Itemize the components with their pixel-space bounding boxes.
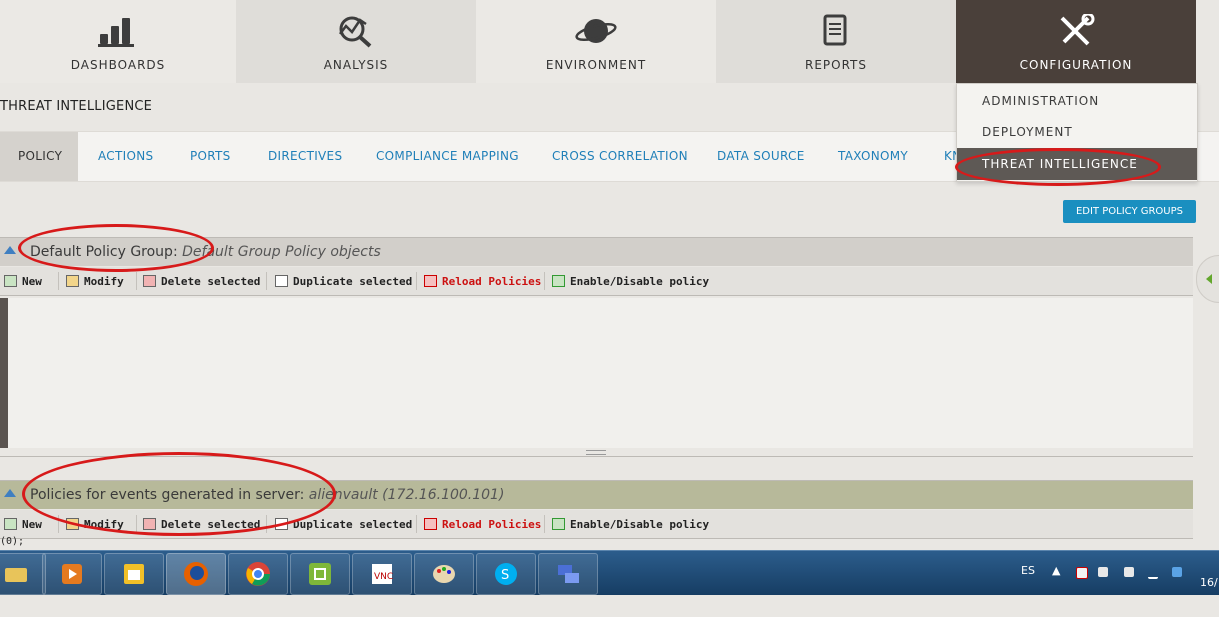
collapse-triangle-icon[interactable] <box>4 246 16 254</box>
tray-volume-icon[interactable] <box>1124 567 1134 577</box>
server-policy-title: Policies for events generated in server:… <box>30 487 505 503</box>
taskbar-calendar-icon[interactable] <box>104 553 164 595</box>
collapse-triangle-icon[interactable] <box>4 489 16 497</box>
windows-taskbar: VNC S ES ▲ 16/ <box>0 550 1219 595</box>
edit-policy-groups-button[interactable]: EDIT POLICY GROUPS <box>1063 200 1196 223</box>
splitter-grip-icon <box>586 450 606 455</box>
taskbar-skype-icon[interactable]: S <box>476 553 536 595</box>
new-button[interactable]: New <box>4 267 42 295</box>
modify-icon <box>66 518 79 530</box>
modify-button[interactable]: Modify <box>66 510 124 538</box>
new-icon <box>4 275 17 287</box>
tray-device-icon[interactable] <box>1098 567 1108 577</box>
duplicate-icon <box>275 275 288 287</box>
enable-disable-button[interactable]: Enable/Disable policy <box>552 510 709 538</box>
reload-policies-button[interactable]: Reload Policies <box>424 510 541 538</box>
tab-directives[interactable]: DIRECTIVES <box>268 132 342 181</box>
tab-policy[interactable]: POLICY <box>0 132 78 181</box>
tray-clock[interactable]: 16/ <box>1200 573 1218 617</box>
policy-group-header[interactable]: Default Policy Group: Default Group Poli… <box>0 237 1193 266</box>
nav-analysis[interactable]: ANALYSIS <box>236 0 476 83</box>
taskbar-firefox-icon[interactable] <box>166 553 226 595</box>
planet-icon <box>575 19 617 43</box>
tray-language[interactable]: ES <box>1021 551 1035 595</box>
enable-icon <box>552 518 565 530</box>
tab-cross-correlation[interactable]: CROSS CORRELATION <box>552 132 688 181</box>
taskbar-chrome-icon[interactable] <box>228 553 288 595</box>
top-navigation: DASHBOARDS ANALYSIS ENVIRONMENT REPORTS <box>0 0 1219 83</box>
menu-deployment[interactable]: DEPLOYMENT <box>957 116 1197 148</box>
policy-group-title: Default Policy Group: Default Group Poli… <box>30 244 381 260</box>
nav-environment-label: ENVIRONMENT <box>545 58 647 72</box>
nav-reports[interactable]: REPORTS <box>716 0 956 83</box>
taskbar-network-app-icon[interactable] <box>538 553 598 595</box>
nav-configuration[interactable]: CONFIGURATION <box>956 0 1196 83</box>
server-policy-header[interactable]: Policies for events generated in server:… <box>0 480 1193 509</box>
menu-administration[interactable]: ADMINISTRATION <box>957 85 1197 117</box>
tools-icon <box>1060 14 1095 46</box>
arrow-left-icon <box>1206 274 1212 284</box>
duplicate-button[interactable]: Duplicate selected <box>275 267 412 295</box>
reload-icon <box>424 518 437 530</box>
menu-threat-intelligence[interactable]: THREAT INTELLIGENCE <box>957 148 1197 180</box>
tab-data-source[interactable]: DATA SOURCE <box>717 132 805 181</box>
modify-button[interactable]: Modify <box>66 267 124 295</box>
document-icon <box>823 14 847 46</box>
duplicate-button[interactable]: Duplicate selected <box>275 510 412 538</box>
magnifier-chart-icon <box>339 16 372 48</box>
svg-text:S: S <box>501 568 509 583</box>
tab-taxonomy[interactable]: TAXONOMY <box>838 132 908 181</box>
policy-toolbar: New Modify Delete selected Duplicate sel… <box>0 267 1193 296</box>
tab-compliance-mapping[interactable]: COMPLIANCE MAPPING <box>376 132 519 181</box>
nav-environment[interactable]: ENVIRONMENT <box>476 0 716 83</box>
count-label: (0); <box>0 536 25 547</box>
tray-dropbox-icon[interactable] <box>1172 567 1182 577</box>
side-panel-toggle[interactable] <box>1196 255 1219 303</box>
new-icon <box>4 518 17 530</box>
nav-dashboards[interactable]: DASHBOARDS <box>0 0 236 83</box>
delete-icon <box>143 518 156 530</box>
tab-ports[interactable]: PORTS <box>190 132 231 181</box>
left-scrollbar[interactable] <box>0 298 8 448</box>
nav-configuration-label: CONFIGURATION <box>1019 58 1133 72</box>
reload-policies-button[interactable]: Reload Policies <box>424 267 541 295</box>
taskbar-vnc-icon[interactable]: VNC <box>352 553 412 595</box>
delete-button[interactable]: Delete selected <box>143 510 260 538</box>
nav-reports-label: REPORTS <box>804 58 867 72</box>
configuration-dropdown: ADMINISTRATION DEPLOYMENT THREAT INTELLI… <box>956 83 1198 182</box>
duplicate-icon <box>275 518 288 530</box>
page-title: THREAT INTELLIGENCE <box>0 99 153 114</box>
new-button[interactable]: New <box>4 510 42 538</box>
server-policy-toolbar: New Modify Delete selected Duplicate sel… <box>0 510 1193 539</box>
nav-analysis-label: ANALYSIS <box>323 58 389 72</box>
taskbar-explorer-icon[interactable] <box>0 553 46 595</box>
tray-expand-icon[interactable]: ▲ <box>1052 551 1060 595</box>
modify-icon <box>66 275 79 287</box>
enable-icon <box>552 275 565 287</box>
delete-icon <box>143 275 156 287</box>
taskbar-vsphere-icon[interactable] <box>290 553 350 595</box>
taskbar-media-player-icon[interactable] <box>42 553 102 595</box>
tray-signal-icon[interactable] <box>1148 567 1158 579</box>
nav-dashboards-label: DASHBOARDS <box>70 58 166 72</box>
delete-button[interactable]: Delete selected <box>143 267 260 295</box>
reload-icon <box>424 275 437 287</box>
svg-text:VNC: VNC <box>374 572 393 582</box>
panel-splitter[interactable] <box>0 448 1193 457</box>
enable-disable-button[interactable]: Enable/Disable policy <box>552 267 709 295</box>
taskbar-paint-icon[interactable] <box>414 553 474 595</box>
policy-list-area <box>0 298 1193 448</box>
tray-flag-icon[interactable] <box>1076 567 1088 579</box>
bar-chart-icon <box>98 18 134 47</box>
tab-actions[interactable]: ACTIONS <box>98 132 153 181</box>
